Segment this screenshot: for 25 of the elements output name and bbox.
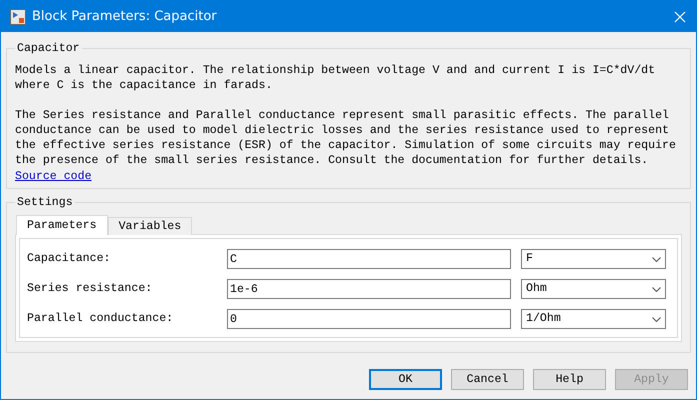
parameter-label: Series resistance: <box>27 281 154 298</box>
close-icon[interactable] <box>674 10 686 22</box>
chevron-down-icon <box>652 286 661 292</box>
parameter-label: Capacitance: <box>27 251 112 268</box>
unit-dropdown[interactable]: F <box>521 249 666 269</box>
group-title: Capacitor <box>16 41 81 56</box>
block-icon <box>10 8 26 24</box>
dialog-button[interactable]: OK <box>369 369 442 390</box>
chevron-down-icon <box>652 316 661 322</box>
value-field[interactable]: C <box>227 249 511 269</box>
value-field[interactable]: 0 <box>227 309 511 329</box>
parameter-label: Parallel conductance: <box>27 311 174 328</box>
dialog-button[interactable]: Help <box>533 369 606 390</box>
description-text: Models a linear capacitor. The relationship between voltage V and and current I is I=C*dV/dt where C is the capacitance in farads. <box>15 63 656 93</box>
description-text: The Series resistance and Parallel conductance represent small parasitic effects. The parallel conductance can be used to model dielectric losses and the series resistance used to represent the effective series resistance (ESR) of the capacitor. Simulation of some circuits may require the presence of the small series resistance. Consult the documentation for further details. <box>15 108 677 168</box>
dialog-button[interactable]: Cancel <box>451 369 524 390</box>
value-field[interactable]: 1e-6 <box>227 279 511 299</box>
unit-dropdown[interactable]: 1/Ohm <box>521 309 666 329</box>
tab[interactable]: Variables <box>108 217 192 235</box>
group-title: Settings <box>16 195 74 210</box>
window-title: Block Parameters: Capacitor <box>32 8 218 26</box>
tab[interactable]: Parameters <box>16 215 108 235</box>
source-code-link[interactable]: Source code <box>15 169 92 184</box>
chevron-down-icon <box>652 256 661 262</box>
unit-dropdown[interactable]: Ohm <box>521 279 666 299</box>
